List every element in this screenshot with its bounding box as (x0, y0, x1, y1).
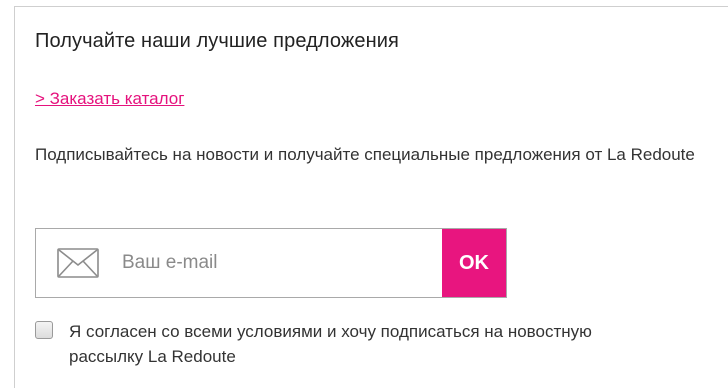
email-input[interactable] (120, 229, 442, 297)
ok-button[interactable]: OK (442, 229, 506, 297)
newsletter-title: Получайте наши лучшие предложения (35, 30, 399, 52)
consent-row: Я согласен со всеми условиями и хочу под… (35, 319, 669, 369)
envelope-icon (36, 229, 120, 297)
newsletter-panel: Получайте наши лучшие предложения > Зака… (14, 6, 728, 388)
newsletter-description: Подписывайтесь на новости и получайте сп… (35, 145, 695, 164)
order-catalog-link[interactable]: > Заказать каталог (35, 89, 184, 109)
subscribe-form: OK (35, 228, 507, 298)
consent-label: Я согласен со всеми условиями и хочу под… (69, 322, 592, 366)
consent-checkbox[interactable] (35, 321, 53, 339)
